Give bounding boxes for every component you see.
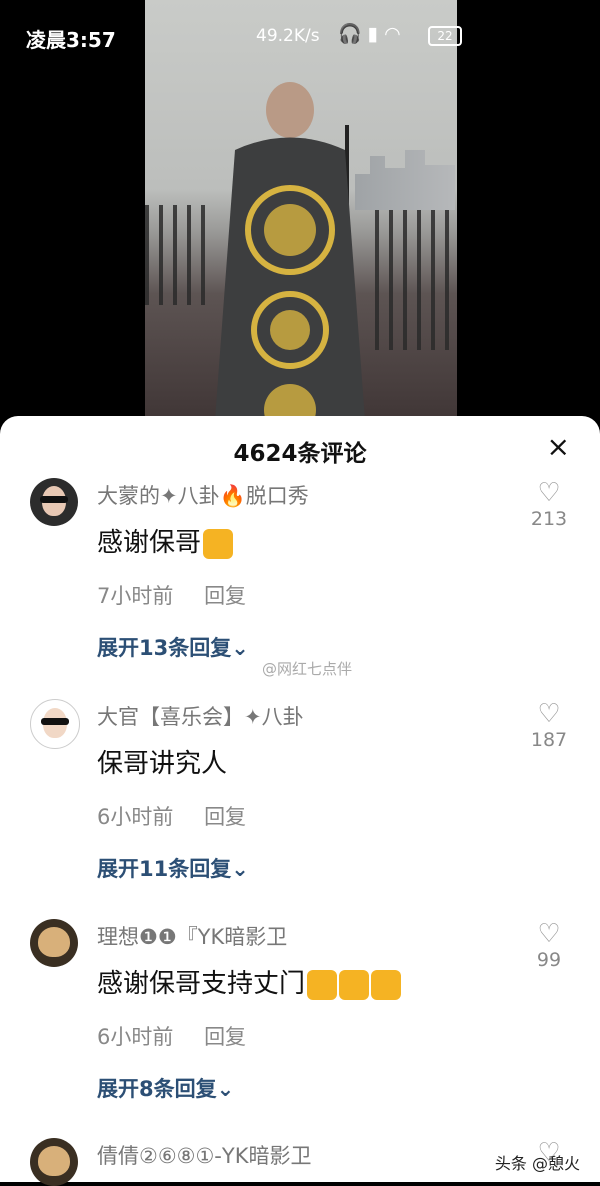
like-button[interactable]: ♡ 187	[524, 699, 574, 751]
avatar[interactable]	[30, 919, 78, 967]
status-icons: 🎧▮◠	[338, 22, 407, 45]
comment-username[interactable]: 理想❶❶『YK暗影卫	[97, 921, 287, 951]
comment-meta: 6小时前 回复	[97, 801, 246, 831]
thumbs-up-icon	[307, 969, 338, 1000]
reply-button[interactable]: 回复	[204, 805, 246, 829]
comment-time: 6小时前	[97, 1025, 174, 1049]
signal-icon: ▮	[367, 23, 385, 45]
like-button[interactable]: ♡ 99	[524, 919, 574, 971]
comment-text-body: 感谢保哥	[97, 528, 202, 558]
like-count: 213	[530, 508, 568, 530]
headphone-icon: 🎧	[338, 23, 368, 45]
comment-sheet: 4624条评论 × 大蒙的✦八卦🔥脱口秀 感谢保哥 7小时前 回复 展开13条回…	[0, 416, 600, 1186]
like-button[interactable]: ♡ 213	[524, 478, 574, 530]
expand-replies-button[interactable]: 展开11条回复⌄	[97, 853, 249, 883]
avatar[interactable]	[30, 1138, 78, 1186]
comment-count-title: 4624条评论	[233, 441, 367, 467]
comment-meta: 7小时前 回复	[97, 580, 246, 610]
toutiao-watermark: 头条 @憩火	[494, 1154, 580, 1173]
thumbs-up-icon	[203, 528, 234, 559]
avatar[interactable]	[30, 699, 80, 749]
comment-username[interactable]: 大蒙的✦八卦🔥脱口秀	[97, 480, 309, 510]
comment-username[interactable]: 大官【喜乐会】✦八卦	[97, 701, 304, 731]
heart-icon: ♡	[537, 699, 561, 729]
video-person-robe	[215, 82, 365, 420]
thumbs-up-icon	[371, 969, 402, 1000]
comment-text-body: 保哥讲究人	[97, 749, 228, 779]
comment-text: 感谢保哥	[97, 522, 234, 559]
comment-username[interactable]: 倩倩②⑥⑧①-YK暗影卫	[97, 1140, 311, 1170]
comment-text: 感谢保哥支持丈门	[97, 963, 402, 1000]
expand-replies-button[interactable]: 展开13条回复⌄	[97, 632, 249, 662]
video-railing-right	[375, 210, 457, 350]
like-count: 187	[530, 729, 568, 751]
status-bar: 凌晨3:57 49.2K/s 🎧▮◠ 22	[0, 0, 600, 70]
comment-meta: 6小时前 回复	[97, 1021, 246, 1051]
comment-text: 保哥讲究人	[97, 743, 227, 780]
weibo-watermark: @网红七点伴	[262, 660, 353, 678]
comment-time: 7小时前	[97, 584, 174, 608]
comment-text-body: 感谢保哥支持丈门	[97, 969, 306, 999]
close-icon[interactable]: ×	[547, 430, 570, 463]
status-time: 凌晨3:57	[26, 28, 116, 52]
comment-time: 6小时前	[97, 805, 174, 829]
network-speed: 49.2K/s	[256, 26, 320, 46]
battery-icon: 22	[428, 26, 462, 46]
expand-replies-button[interactable]: 展开8条回复⌄	[97, 1073, 234, 1103]
heart-icon: ♡	[537, 919, 561, 949]
like-count: 99	[536, 949, 562, 971]
wifi-icon: ◠	[384, 23, 407, 45]
reply-button[interactable]: 回复	[204, 584, 246, 608]
avatar[interactable]	[30, 478, 78, 526]
reply-button[interactable]: 回复	[204, 1025, 246, 1049]
heart-icon: ♡	[537, 478, 561, 508]
thumbs-up-icon	[339, 969, 370, 1000]
